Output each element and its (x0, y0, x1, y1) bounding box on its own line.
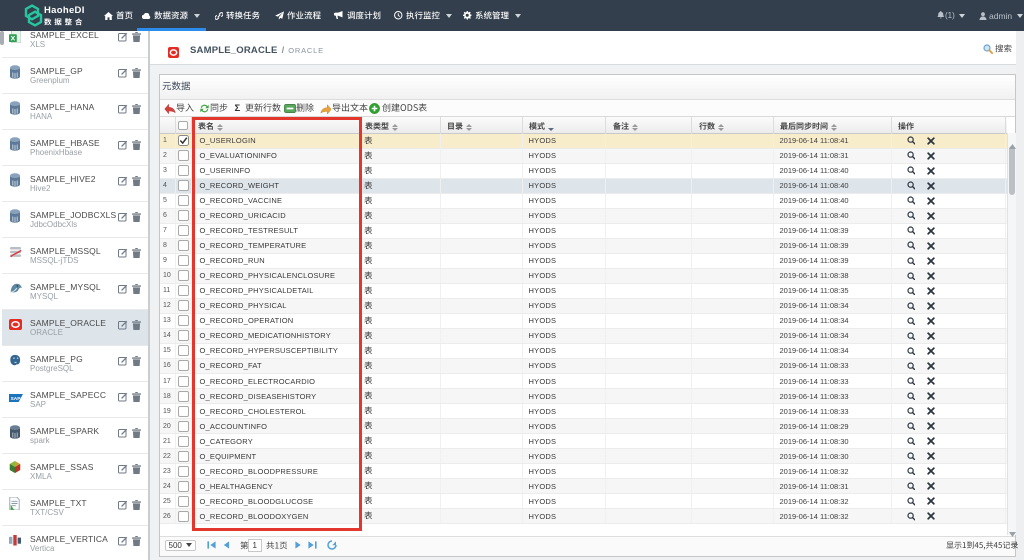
svg-text:SAP: SAP (11, 396, 22, 402)
